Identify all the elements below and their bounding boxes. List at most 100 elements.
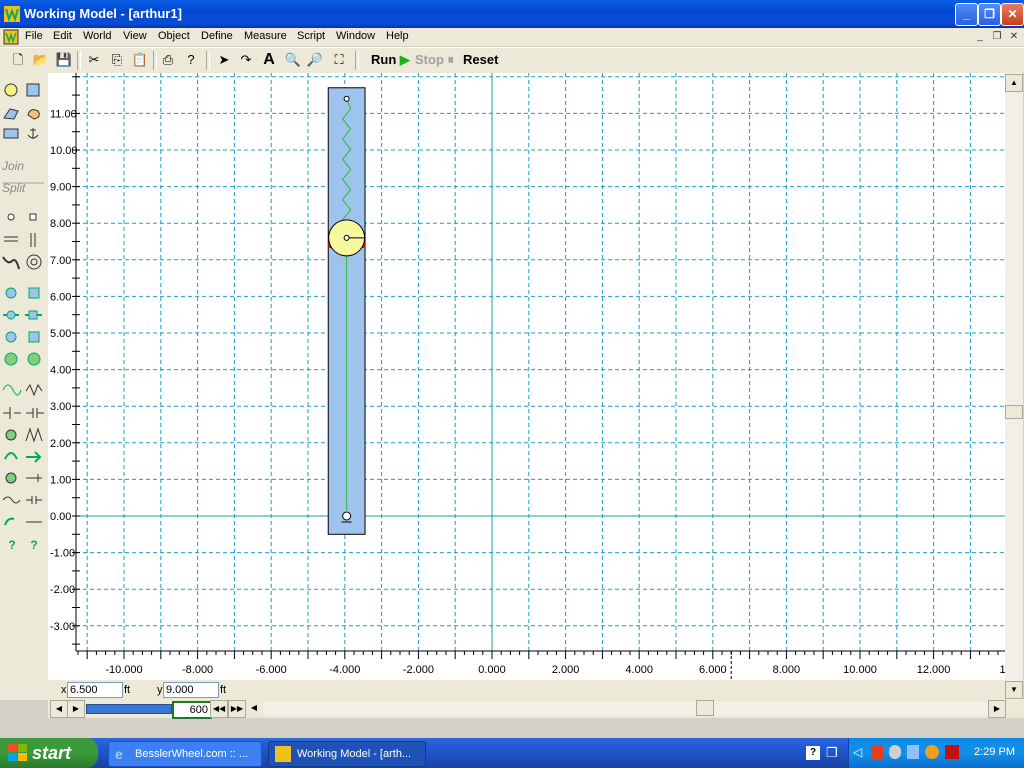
horizontal-scroll-thumb[interactable] [696,700,714,716]
menu-define[interactable]: Define [201,30,233,42]
help-query-icon-2[interactable]: ? [24,536,44,554]
scroll-down-icon[interactable]: ▼ [1005,681,1023,699]
help-pointer-icon[interactable]: ? [181,50,201,70]
horizontal-slot-icon[interactable] [4,236,18,242]
square-tool-icon[interactable] [26,83,40,97]
mdi-minimize-button[interactable]: _ [973,30,987,43]
new-file-icon[interactable]: 🗋 [8,50,28,70]
arrow-select-icon[interactable]: ➤ [214,50,234,70]
save-icon[interactable]: 💾 [54,50,74,70]
fast-forward-icon[interactable]: ▶▶ [228,700,246,718]
curved-body-icon[interactable] [27,109,40,120]
stop-button[interactable]: Stop ⏸ [415,52,454,68]
pin-joint-icon[interactable] [5,287,17,299]
closed-slot-icon[interactable] [26,254,42,270]
reset-button[interactable]: Reset [463,52,498,67]
scroll-left-icon[interactable]: ◀ [246,700,262,716]
document-icon[interactable] [3,29,19,45]
tray-arrow-icon[interactable]: ◁ [853,745,862,759]
horizontal-scroll-track[interactable] [263,701,990,716]
point-element-icon[interactable] [7,213,15,221]
menu-measure[interactable]: Measure [244,30,287,42]
split-button[interactable]: Split [2,181,25,195]
tape-progress-bar[interactable] [86,704,172,714]
help-query-icon[interactable]: ? [2,536,22,554]
pin-joint-marker[interactable] [342,511,352,521]
motor-icon[interactable] [5,472,17,484]
step-forward-icon[interactable]: ▶ [67,700,85,718]
vertical-scrollbar[interactable]: ▲ ▼ [1005,73,1023,700]
tray-antivirus-icon[interactable] [945,745,959,759]
paste-icon[interactable]: 📋 [130,50,150,70]
scroll-thumb[interactable] [1005,405,1023,419]
copy-icon[interactable]: ⎘ [107,50,127,70]
wheel-pin-point[interactable] [343,234,350,241]
workspace-canvas[interactable]: 11.00 10.00 9.00 8.00 7.00 6.00 5.00 4.00 3.00 2.… [48,73,1005,680]
maximize-button[interactable]: ❐ [978,3,1001,26]
linear-actuator-icon[interactable] [26,496,42,504]
curved-slot-joint-icon[interactable] [5,331,17,343]
step-back-icon[interactable]: ◀ [50,700,68,718]
join-button[interactable]: Join [2,159,24,173]
rod-icon[interactable] [26,408,44,418]
language-bar-help-icon[interactable]: ? [806,746,820,760]
tray-volume-icon[interactable] [907,745,919,759]
keyed-slot-icon[interactable] [28,310,38,320]
scroll-right-icon[interactable]: ▶ [988,700,1006,718]
polygon-tool-icon[interactable] [3,108,19,120]
torque-icon[interactable] [4,452,18,460]
zoom-fit-icon[interactable]: ⛶ [329,50,349,70]
tray-app-icon[interactable] [871,745,883,759]
menu-file[interactable]: File [25,30,43,42]
motor-joint-icon[interactable] [4,352,18,366]
minimize-button[interactable]: _ [955,3,978,26]
menu-object[interactable]: Object [158,30,190,42]
damper-icon[interactable] [3,407,21,419]
gear-joint-icon[interactable] [27,352,41,366]
tray-network-icon[interactable] [889,745,901,759]
menu-script[interactable]: Script [297,30,325,42]
task-working-model[interactable]: Working Model - [arth... [268,741,426,767]
restore-language-bar-icon[interactable]: ❐ [826,745,838,761]
actuator-icon[interactable] [25,427,43,443]
zoom-in-icon[interactable]: 🔍 [283,50,303,70]
circle-tool-icon[interactable] [4,83,18,97]
rectangle-tool-icon[interactable] [3,128,19,139]
vertical-slot-icon[interactable] [30,233,36,247]
rope-pulley-icon[interactable] [2,496,21,504]
force-icon[interactable] [26,451,42,463]
scroll-up-icon[interactable]: ▲ [1005,74,1023,92]
menu-window[interactable]: Window [336,30,375,42]
rigid-joint-icon[interactable] [28,287,40,299]
open-folder-icon[interactable]: 📂 [31,50,51,70]
close-button[interactable]: ✕ [1001,3,1024,26]
slot-joint-icon[interactable] [6,310,16,320]
tray-security-icon[interactable] [925,745,939,759]
curved-slot-icon[interactable] [2,256,20,270]
rotate-icon[interactable]: ↷ [236,50,256,70]
cut-icon[interactable]: ✂ [84,50,104,70]
menu-world[interactable]: World [83,30,112,42]
point-constraint-icon[interactable] [4,517,15,526]
print-icon[interactable]: ⎙ [158,50,178,70]
square-point-icon[interactable] [29,213,37,221]
rewind-icon[interactable]: ◀◀ [210,700,228,718]
text-tool-icon[interactable]: A [259,50,279,70]
gear-icon[interactable] [5,429,17,441]
spring-icon[interactable] [25,383,43,397]
mdi-restore-button[interactable]: ❐ [990,30,1004,43]
keyed-curved-slot-icon[interactable] [28,331,40,343]
x-coordinate-field[interactable]: 6.500 [67,682,123,698]
run-button[interactable]: Run ▶ [371,52,410,68]
y-coordinate-field[interactable]: 9.000 [163,682,219,698]
separator-icon[interactable] [26,474,42,482]
menu-view[interactable]: View [123,30,147,42]
menu-help[interactable]: Help [386,30,409,42]
rope-icon[interactable] [2,384,22,396]
anchor-icon[interactable] [27,128,39,139]
menu-edit[interactable]: Edit [53,30,72,42]
task-bessler-wheel[interactable]: e BesslerWheel.com :: ... [108,741,262,767]
frame-counter-field[interactable]: 600 [172,701,212,719]
zoom-out-icon[interactable]: 🔎 [305,50,325,70]
spring-anchor-point[interactable] [343,95,350,102]
